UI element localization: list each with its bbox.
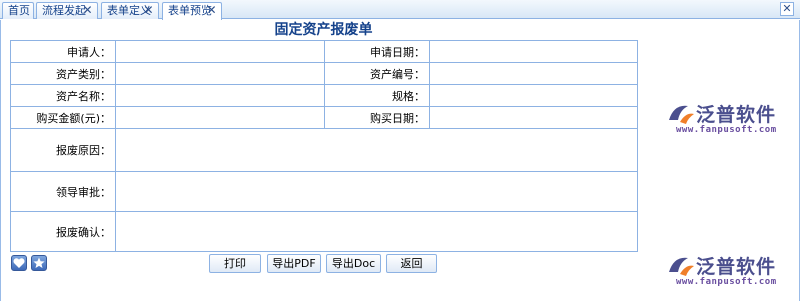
close-icon[interactable]: ✕ [143,3,154,18]
close-icon[interactable]: ✕ [780,2,794,16]
scrap-form-table: 申请人： 申请日期： 资产类别： 资产编号： 资产名称： 规格： 购买金额(元)… [10,40,638,252]
logo-icon [669,257,694,276]
asset-number-field[interactable] [429,62,638,85]
apply-date-field[interactable] [429,40,638,63]
purchase-date-field[interactable] [429,106,638,129]
tab-home[interactable]: 首页 [2,2,34,19]
watermark-logo: 泛普软件 www.fanpusoft.com [666,100,796,140]
asset-category-label: 资产类别： [10,62,116,85]
star-icon[interactable] [31,255,47,271]
spec-field[interactable] [429,84,638,107]
scrap-confirm-label: 报废确认： [10,211,116,252]
scrap-reason-label: 报废原因： [10,128,116,172]
logo-icon [669,105,694,124]
spec-label: 规格： [324,84,430,107]
scrap-reason-field[interactable] [115,128,638,172]
form-title: 固定资产报废单 [274,22,373,38]
back-button[interactable]: 返回 [386,254,437,273]
asset-number-label: 资产编号： [324,62,430,85]
apply-date-label: 申请日期： [324,40,430,63]
purchase-amount-label: 购买金额(元)： [10,106,116,129]
logo-brand: 泛普软件 [696,104,777,126]
tab-form-define[interactable]: 表单定义 ✕ [101,2,159,19]
heart-icon[interactable] [11,255,27,271]
applicant-field[interactable] [115,40,325,63]
tab-process-start[interactable]: 流程发起 ✕ [36,2,98,19]
tab-label: 流程发起 [42,4,86,17]
watermark-logo: 泛普软件 www.fanpusoft.com [666,252,796,292]
logo-url: www.fanpusoft.com [676,125,777,135]
asset-name-field[interactable] [115,84,325,107]
asset-name-label: 资产名称： [10,84,116,107]
tab-bar: 首页 流程发起 ✕ 表单定义 ✕ 表单预览 ✕ ✕ [0,0,800,20]
close-icon[interactable]: ✕ [82,3,93,18]
export-doc-button[interactable]: 导出Doc [326,254,381,273]
tab-label: 首页 [8,4,30,17]
scrap-confirm-field[interactable] [115,211,638,252]
purchase-date-label: 购买日期： [324,106,430,129]
tab-form-preview[interactable]: 表单预览 ✕ [162,2,222,20]
export-pdf-button[interactable]: 导出PDF [267,254,321,273]
logo-brand: 泛普软件 [696,256,777,278]
purchase-amount-field[interactable] [115,106,325,129]
applicant-label: 申请人： [10,40,116,63]
logo-url: www.fanpusoft.com [676,277,777,287]
asset-category-field[interactable] [115,62,325,85]
leader-approval-label: 领导审批： [10,171,116,212]
close-icon[interactable]: ✕ [206,3,217,18]
print-button[interactable]: 打印 [209,254,261,273]
leader-approval-field[interactable] [115,171,638,212]
